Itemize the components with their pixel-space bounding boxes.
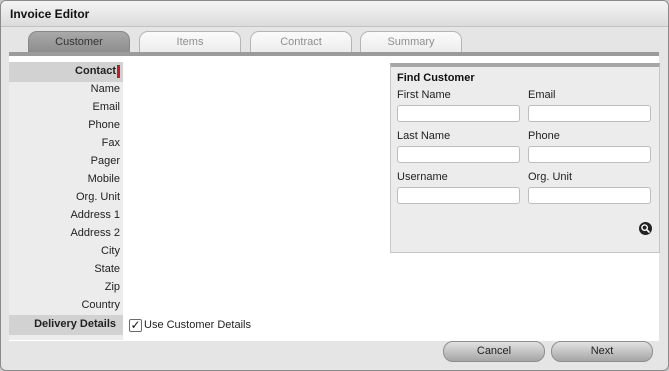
delivery-section-header: Delivery Details <box>9 315 123 335</box>
field-label-phone: Phone <box>88 119 120 131</box>
tab-contract[interactable]: Contract <box>250 31 352 53</box>
field-label-org-unit: Org. Unit <box>75 191 120 203</box>
last-name-input[interactable] <box>397 146 520 163</box>
email-input[interactable] <box>528 105 651 122</box>
use-customer-details-checkbox[interactable]: ✓ <box>129 319 142 332</box>
find-customer-title: Find Customer <box>397 72 475 84</box>
search-button[interactable] <box>639 222 652 235</box>
footer-bar: Cancel Next <box>1 341 668 370</box>
field-label-email: Email <box>92 101 120 113</box>
field-label-address-2: Address 2 <box>70 227 120 239</box>
org-unit-label: Org. Unit <box>528 171 573 183</box>
org-unit-input[interactable] <box>528 187 651 204</box>
first-name-label: First Name <box>397 89 451 101</box>
tab-summary[interactable]: Summary <box>360 31 462 53</box>
field-label-mobile: Mobile <box>87 173 120 185</box>
tab-customer[interactable]: Customer <box>28 31 130 53</box>
phone-input[interactable] <box>528 146 651 163</box>
contact-section-label: Contact <box>75 65 116 77</box>
phone-label: Phone <box>528 130 560 142</box>
username-input[interactable] <box>397 187 520 204</box>
contact-section-header: Contact <box>9 62 123 82</box>
next-button[interactable]: Next <box>551 341 653 362</box>
field-label-address-1: Address 1 <box>70 209 120 221</box>
first-name-input[interactable] <box>397 105 520 122</box>
use-customer-details-label: Use Customer Details <box>144 319 251 331</box>
invoice-editor-window: Invoice Editor Customer Items Contract S… <box>0 0 669 371</box>
window-title: Invoice Editor <box>10 7 90 21</box>
field-label-city: City <box>101 245 120 257</box>
field-label-pager: Pager <box>90 155 120 167</box>
field-label-country: Country <box>81 299 120 311</box>
field-label-column: Contact Name Email Phone Fax Pager Mobil… <box>9 62 123 340</box>
username-label: Username <box>397 171 448 183</box>
email-label: Email <box>528 89 556 101</box>
required-marker <box>117 65 120 78</box>
customer-tab-content: Contact Name Email Phone Fax Pager Mobil… <box>9 56 660 341</box>
cancel-button[interactable]: Cancel <box>443 341 545 362</box>
field-label-name: Name <box>90 83 120 95</box>
delivery-section-label: Delivery Details <box>34 318 116 330</box>
tab-bar: Customer Items Contract Summary <box>1 31 668 53</box>
field-label-state: State <box>94 263 120 275</box>
tab-items[interactable]: Items <box>139 31 241 53</box>
magnifier-icon <box>641 224 650 233</box>
field-label-zip: Zip <box>104 281 120 293</box>
title-bar: Invoice Editor <box>1 1 668 27</box>
field-label-fax: Fax <box>101 137 120 149</box>
find-customer-panel: Find Customer First Name Email Last Name… <box>390 63 660 253</box>
last-name-label: Last Name <box>397 130 451 142</box>
